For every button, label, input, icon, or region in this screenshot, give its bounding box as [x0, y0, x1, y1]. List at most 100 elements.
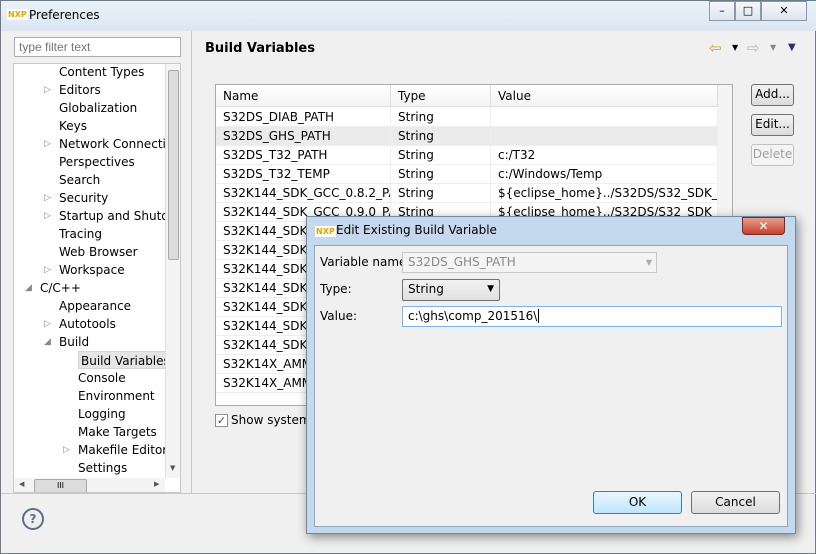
- tree-item[interactable]: Keys: [59, 117, 87, 135]
- tree-item[interactable]: Workspace: [59, 261, 125, 279]
- back-arrow-icon[interactable]: ⇦: [709, 39, 722, 57]
- tree-vertical-scrollbar[interactable]: ▼: [165, 64, 180, 478]
- preferences-tree: Content Types ▷ Editors Globalization Keys ▷ N…: [13, 63, 181, 493]
- value-cell: ${eclipse_home}../S32DS/S32_SDK_EAR_0.8: [491, 184, 718, 203]
- show-system-checkbox[interactable]: ✓: [215, 414, 228, 427]
- scroll-down-icon[interactable]: ▼: [170, 464, 175, 472]
- tree-item[interactable]: Startup and Shutdown: [59, 207, 180, 225]
- type-cell: String: [391, 165, 491, 184]
- tree-item[interactable]: Editors: [59, 81, 101, 99]
- scroll-thumb[interactable]: III: [34, 479, 87, 492]
- collapsed-arrow-icon[interactable]: ▷: [44, 315, 51, 333]
- table-row[interactable]: S32K144_SDK_GCC_0.8.2_PATHString${eclips…: [216, 184, 718, 203]
- chevron-down-icon: ▼: [645, 258, 652, 267]
- tree-item[interactable]: Perspectives: [59, 153, 135, 171]
- name-cell: S32DS_GHS_PATH: [216, 127, 391, 146]
- name-cell: S32DS_T32_TEMP: [216, 165, 391, 184]
- tree-item[interactable]: Makefile Editor: [78, 441, 167, 459]
- collapsed-arrow-icon[interactable]: ▷: [44, 261, 51, 279]
- type-label: Type:: [320, 282, 352, 296]
- tree-item[interactable]: Logging: [78, 405, 126, 423]
- delete-button[interactable]: Delete: [751, 144, 794, 166]
- collapsed-arrow-icon[interactable]: ▷: [44, 189, 51, 207]
- tree-item[interactable]: Build Variables: [78, 351, 173, 369]
- type-cell: String: [391, 108, 491, 127]
- filter-input[interactable]: [14, 37, 181, 57]
- type-cell: String: [391, 184, 491, 203]
- dialog-body: Variable name: S32DS_GHS_PATH ▼ Type: Str…: [314, 245, 788, 527]
- nxp-logo-icon: NXP: [315, 226, 336, 237]
- edit-build-variable-dialog: NXP Edit Existing Build Variable ✕ Varia…: [306, 216, 796, 534]
- column-header-name[interactable]: Name: [216, 85, 391, 107]
- tree-item[interactable]: Globalization: [59, 99, 137, 117]
- edit-button[interactable]: Edit...: [751, 114, 794, 136]
- view-menu-icon[interactable]: ▼: [788, 42, 796, 53]
- nxp-logo-icon: NXP: [7, 9, 28, 20]
- name-cell: S32K144_SDK_GCC_0.8.2_PATH: [216, 184, 391, 203]
- tree-item[interactable]: Autotools: [59, 315, 116, 333]
- collapsed-arrow-icon[interactable]: ▷: [44, 207, 51, 225]
- tree-item[interactable]: C/C++: [40, 279, 81, 297]
- scroll-thumb[interactable]: [168, 70, 179, 260]
- expanded-arrow-icon[interactable]: ◢: [25, 279, 32, 297]
- value-cell: c:/Windows/Temp: [491, 165, 718, 184]
- value-cell: c:/T32: [491, 146, 718, 165]
- tree-item[interactable]: Content Types: [59, 64, 144, 81]
- cancel-button[interactable]: Cancel: [691, 491, 780, 514]
- scroll-left-icon[interactable]: ◀: [19, 480, 24, 488]
- dialog-title: Edit Existing Build Variable: [336, 223, 497, 237]
- scroll-right-icon[interactable]: ▶: [154, 480, 159, 488]
- collapsed-arrow-icon[interactable]: ▷: [44, 135, 51, 153]
- type-cell: String: [391, 127, 491, 146]
- tree-horizontal-scrollbar[interactable]: ◀ III ▶: [14, 478, 165, 492]
- column-header-value[interactable]: Value: [491, 85, 718, 107]
- forward-dropdown-icon[interactable]: ▼: [770, 43, 776, 52]
- close-button[interactable]: ✕: [761, 1, 807, 21]
- tree-item[interactable]: Network Connections: [59, 135, 180, 153]
- tree-item[interactable]: Settings: [78, 459, 127, 477]
- help-icon[interactable]: ?: [22, 508, 44, 530]
- tree-item[interactable]: Web Browser: [59, 243, 138, 261]
- chevron-down-icon: ▼: [487, 284, 494, 294]
- table-row[interactable]: S32DS_DIAB_PATH String: [216, 108, 718, 127]
- minimize-button[interactable]: –: [709, 1, 735, 21]
- table-row[interactable]: S32DS_GHS_PATH String: [216, 127, 718, 146]
- tree-item[interactable]: Build: [59, 333, 89, 351]
- title-bar: NXP Preferences – □ ✕: [1, 1, 816, 31]
- variable-name-value: S32DS_GHS_PATH: [408, 255, 516, 269]
- tree-item[interactable]: Make Targets: [78, 423, 157, 441]
- window-title: Preferences: [29, 8, 100, 22]
- name-cell: S32DS_DIAB_PATH: [216, 108, 391, 127]
- type-select[interactable]: String ▼: [402, 279, 500, 301]
- table-row[interactable]: S32DS_T32_TEMP String c:/Windows/Temp: [216, 165, 718, 184]
- text-cursor: [538, 309, 540, 323]
- column-header-type[interactable]: Type: [391, 85, 491, 107]
- collapsed-arrow-icon[interactable]: ▷: [63, 441, 70, 459]
- tree-item[interactable]: Appearance: [59, 297, 131, 315]
- tree-item[interactable]: Environment: [78, 387, 155, 405]
- divider: [191, 31, 192, 494]
- dialog-close-button[interactable]: ✕: [742, 217, 785, 235]
- page-title: Build Variables: [205, 41, 315, 56]
- tree-item[interactable]: Search: [59, 171, 100, 189]
- ok-button[interactable]: OK: [593, 491, 682, 514]
- type-value: String: [408, 282, 444, 296]
- forward-arrow-icon[interactable]: ⇨: [747, 39, 760, 57]
- type-cell: String: [391, 146, 491, 165]
- variable-name-label: Variable name:: [320, 255, 411, 269]
- collapsed-arrow-icon[interactable]: ▷: [44, 81, 51, 99]
- value-cell: [491, 108, 718, 127]
- tree-item[interactable]: Security: [59, 189, 108, 207]
- table-row[interactable]: S32DS_T32_PATH String c:/T32: [216, 146, 718, 165]
- value-text: c:\ghs\comp_201516\: [408, 309, 538, 323]
- value-input[interactable]: c:\ghs\comp_201516\: [402, 306, 782, 327]
- maximize-button[interactable]: □: [735, 1, 761, 21]
- value-cell: [491, 127, 718, 146]
- back-dropdown-icon[interactable]: ▼: [732, 43, 738, 52]
- name-cell: S32DS_T32_PATH: [216, 146, 391, 165]
- add-button[interactable]: Add...: [751, 84, 794, 106]
- variable-name-combo: S32DS_GHS_PATH ▼: [402, 252, 657, 273]
- tree-item[interactable]: Tracing: [59, 225, 102, 243]
- expanded-arrow-icon[interactable]: ◢: [44, 333, 51, 351]
- tree-item[interactable]: Console: [78, 369, 126, 387]
